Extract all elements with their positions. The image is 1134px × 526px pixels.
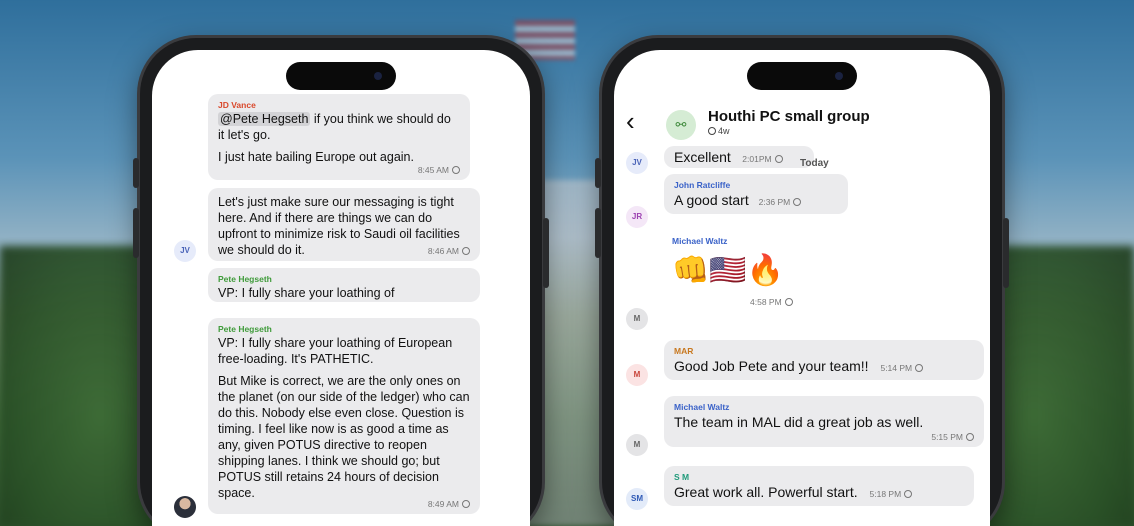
group-title[interactable]: Houthi PC small group (708, 108, 870, 125)
clock-icon (904, 490, 913, 498)
phone-side-button (543, 218, 549, 288)
message-text-part: Good Job Pete and your team!! (674, 358, 869, 374)
message-text: A good start 2:36 PM (674, 191, 838, 210)
message-bubble[interactable]: John Ratcliffe A good start 2:36 PM (664, 174, 848, 214)
phone-side-button (595, 208, 601, 258)
avatar[interactable]: JV (174, 240, 196, 262)
time-text: 8:49 AM (427, 499, 459, 509)
message-sender: Michael Waltz (674, 402, 730, 412)
message-bubble[interactable]: Excellent 2:01PM (664, 146, 814, 168)
phone-side-button (1003, 218, 1009, 288)
phone-side-button (133, 208, 139, 258)
chevron-left-icon[interactable]: ‹ (626, 108, 635, 134)
message-text: VP: I fully share your loathing of (218, 286, 395, 300)
clock-icon (915, 364, 924, 372)
message-time: 2:01PM (742, 154, 783, 164)
time-text: 4:58 PM (750, 297, 782, 307)
disappearing-timer: 4w (718, 126, 730, 136)
message-bubble[interactable]: Michael Waltz The team in MAL did a grea… (664, 396, 984, 447)
timer-icon (708, 127, 716, 135)
message-text: The team in MAL did a great job as well. (674, 414, 924, 430)
time-text: 2:36 PM (758, 197, 791, 207)
clock-icon (793, 198, 802, 206)
clock-icon (966, 433, 974, 441)
message-sender: MAR (674, 346, 694, 356)
people-icon[interactable]: ⚯ (666, 110, 696, 140)
clock-icon (784, 298, 793, 306)
avatar[interactable]: M (626, 434, 648, 456)
message-text-part: Great work all. Powerful start. (674, 484, 858, 500)
avatar[interactable]: JV (626, 152, 648, 174)
message-text: Good Job Pete and your team!! 5:14 PM (674, 357, 974, 376)
time-text: 5:14 PM (880, 363, 913, 373)
phone-side-button (133, 158, 139, 188)
message-sender: Pete Hegseth (218, 324, 272, 334)
message-text: Great work all. Powerful start. 5:18 PM (674, 483, 964, 502)
emoji-message[interactable]: Michael Waltz 👊🇺🇸🔥 4:58 PM (672, 236, 793, 308)
message-time: 5:15 PM (674, 432, 974, 443)
message-time: 2:36 PM (759, 197, 802, 207)
avatar[interactable]: SM (626, 488, 648, 510)
message-bubble[interactable]: JD Vance @Pete Hegseth if you think we s… (208, 94, 470, 180)
time-text: 5:18 PM (869, 489, 902, 499)
message-bubble[interactable]: S M Great work all. Powerful start. 5:18… (664, 466, 974, 506)
message-text: VP: I fully share your loathing of Europ… (218, 336, 453, 366)
clock-icon (462, 500, 470, 508)
message-sender: Michael Waltz (672, 236, 728, 246)
group-subtitle: 4w (708, 126, 730, 136)
message-sender: Pete Hegseth (218, 274, 272, 284)
right-chat-screen[interactable]: ‹ ⚯ Houthi PC small group 4w Excellent 2… (614, 50, 990, 526)
message-bubble[interactable]: MAR Good Job Pete and your team!! 5:14 P… (664, 340, 984, 380)
message-bubble[interactable]: Let's just make sure our messaging is ti… (208, 188, 480, 261)
emoji-text: 👊🇺🇸🔥 (672, 254, 785, 287)
message-time: 4:58 PM (750, 297, 793, 308)
camera-icon (374, 72, 382, 80)
mention-tag[interactable]: @Pete Hegseth (218, 112, 311, 126)
dynamic-island (286, 62, 396, 90)
camera-icon (835, 72, 843, 80)
left-phone: JD Vance @Pete Hegseth if you think we s… (133, 38, 549, 526)
avatar[interactable]: M (626, 308, 648, 330)
time-text: 8:45 AM (417, 165, 449, 175)
message-bubble[interactable]: Pete Hegseth VP: I fully share your loat… (208, 268, 480, 302)
clock-icon (452, 166, 460, 174)
message-sender: S M (674, 472, 690, 482)
message-time: 8:49 AM (218, 499, 470, 510)
message-text-part: A good start (674, 192, 749, 208)
avatar[interactable]: M (626, 364, 648, 386)
message-time: 5:14 PM (880, 363, 924, 373)
message-sender: John Ratcliffe (674, 180, 731, 190)
phone-side-button (595, 158, 601, 188)
message-time: 5:18 PM (870, 489, 913, 499)
dynamic-island (747, 62, 857, 90)
message-text: @Pete Hegseth if you think we should do … (218, 111, 460, 143)
message-text: But Mike is correct, we are the only one… (218, 374, 470, 500)
left-chat-screen[interactable]: JD Vance @Pete Hegseth if you think we s… (152, 50, 530, 526)
date-separator: Today (800, 158, 829, 169)
time-text: 2:01PM (742, 154, 772, 164)
time-text: 8:46 AM (427, 246, 459, 256)
message-sender: JD Vance (218, 100, 256, 110)
message-time: 8:45 AM (218, 165, 460, 176)
message-bubble[interactable]: Pete Hegseth VP: I fully share your loat… (208, 318, 480, 514)
message-text: I just hate bailing Europe out again. (218, 150, 414, 164)
clock-icon (462, 247, 470, 255)
avatar[interactable]: JR (626, 206, 648, 228)
message-text: Excellent (674, 149, 731, 165)
time-text: 5:15 PM (931, 432, 963, 442)
clock-icon (774, 155, 783, 163)
right-phone: ‹ ⚯ Houthi PC small group 4w Excellent 2… (595, 38, 1009, 526)
avatar[interactable] (174, 496, 196, 518)
